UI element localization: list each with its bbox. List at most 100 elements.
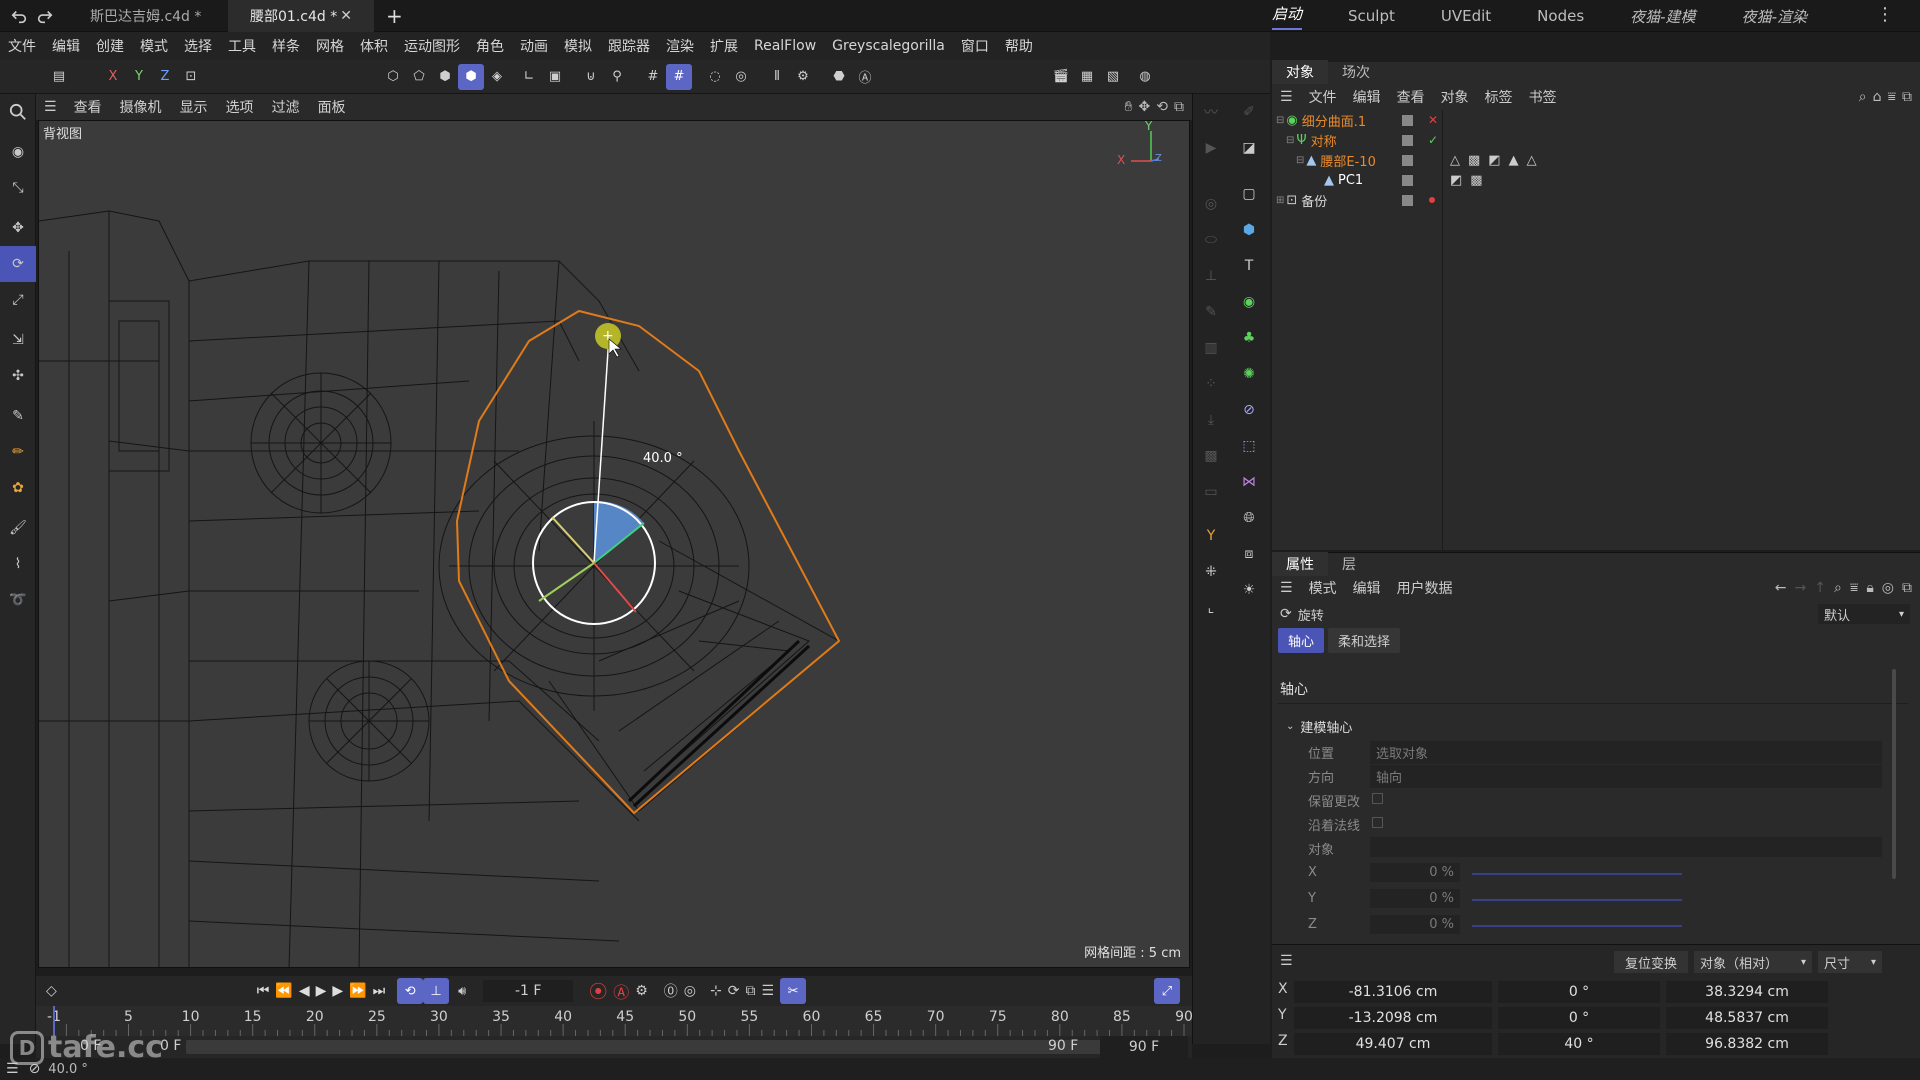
document-tab-active[interactable]: 腰部01.c4d * ✕: [228, 0, 374, 32]
along-normal-checkbox[interactable]: [1372, 817, 1383, 828]
paint-tool-icon[interactable]: ✿: [0, 470, 36, 506]
menu-item[interactable]: 工具: [220, 36, 264, 56]
solo-icon[interactable]: ⬣: [826, 64, 852, 90]
z-percent-field[interactable]: 0 %: [1370, 915, 1460, 934]
field-icon[interactable]: ⬚: [1231, 428, 1267, 464]
viewport-menu-item[interactable]: 查看: [65, 97, 111, 117]
cube-icon[interactable]: ⬢: [1231, 212, 1267, 248]
subtab-axis[interactable]: 轴心: [1278, 627, 1325, 653]
keyframe-settings-icon[interactable]: ⚙: [635, 983, 648, 999]
spline-create-icon[interactable]: 〰: [1193, 94, 1229, 130]
dope-sheet-icon[interactable]: ⧉: [745, 983, 755, 999]
vertex-map-icon[interactable]: ⋈: [1231, 464, 1267, 500]
next-frame-icon[interactable]: ▶: [332, 983, 343, 999]
object-menu-view[interactable]: 查看: [1389, 87, 1433, 107]
range-end-a[interactable]: 90 F: [1048, 1038, 1078, 1054]
joint-icon[interactable]: Y: [1193, 518, 1229, 554]
layout-tab-sculpt[interactable]: Sculpt: [1348, 7, 1395, 25]
wireframe-canvas[interactable]: +: [39, 121, 1190, 968]
play-icon[interactable]: ▶: [316, 983, 327, 999]
uv-mode-icon[interactable]: ◈: [484, 64, 510, 90]
object-name[interactable]: PC1: [1338, 173, 1363, 188]
tab-takes[interactable]: 场次: [1328, 60, 1384, 84]
viewport-menu-item[interactable]: 摄像机: [111, 97, 171, 117]
expand-icon[interactable]: ⊟: [1286, 135, 1294, 146]
transform-tool-icon[interactable]: ⇲: [0, 322, 36, 358]
rotate-tool-icon[interactable]: ⟳: [0, 246, 36, 282]
menu-item[interactable]: 渲染: [658, 36, 702, 56]
keep-changes-checkbox[interactable]: [1372, 793, 1383, 804]
size-mode-select[interactable]: 尺寸 ▾: [1818, 951, 1882, 973]
range-slider[interactable]: [186, 1040, 1120, 1054]
maximize-view-icon[interactable]: ⧉: [1174, 99, 1184, 115]
edge-selection-tag-icon[interactable]: △: [1527, 153, 1537, 168]
timeline-ruler[interactable]: -151015202530354045505560657075808590: [36, 1006, 1192, 1036]
menu-item[interactable]: 文件: [0, 36, 44, 56]
sketch-tool-icon[interactable]: ✏: [0, 434, 36, 470]
rotation-y-field[interactable]: 0 °: [1498, 1007, 1660, 1029]
position-y-field[interactable]: -13.2098 cm: [1294, 1007, 1492, 1029]
lock-axis-icon[interactable]: ⚲: [604, 64, 630, 90]
axis-mode-icon[interactable]: ∟: [516, 64, 542, 90]
workplane-icon[interactable]: ◌: [702, 64, 728, 90]
live-select-icon[interactable]: ⤡: [0, 170, 36, 206]
attribute-menu-icon[interactable]: ☰: [1272, 580, 1301, 596]
auto-keyframe-icon[interactable]: Ⓐ: [852, 64, 878, 90]
new-window-icon[interactable]: ⧉: [1902, 580, 1912, 596]
layout-tab-start[interactable]: 启动: [1272, 3, 1303, 30]
layout-tab-modeling[interactable]: 夜猫-建模: [1630, 6, 1695, 27]
edges-mode-icon[interactable]: ⬠: [406, 64, 432, 90]
viewport-menu-item[interactable]: 显示: [171, 97, 217, 117]
scale-tool-icon[interactable]: ⤢: [0, 282, 36, 318]
spline-pen-icon[interactable]: ✎: [0, 398, 36, 434]
texture-mode-icon[interactable]: ▣: [542, 64, 568, 90]
symmetry-settings-icon[interactable]: ⚙: [790, 64, 816, 90]
preview-range-icon[interactable]: ⊥: [423, 978, 450, 1004]
menu-item[interactable]: 体积: [352, 36, 396, 56]
render-settings-icon[interactable]: ◍: [1132, 64, 1158, 90]
object-name[interactable]: 细分曲面.1: [1302, 111, 1366, 130]
menu-item[interactable]: 跟踪器: [600, 36, 658, 56]
object-row[interactable]: ⊟ ▲ 腰部E-10 △ ▩ ◩ ▲ △: [1272, 150, 1920, 170]
globe-icon[interactable]: 🌐︎: [1231, 500, 1267, 536]
viewport-3d[interactable]: + 背视图 40.0 ° Y X Z 网格间距 : 5 cm: [38, 120, 1190, 968]
reset-transform-button[interactable]: 复位变换: [1614, 951, 1688, 973]
scene-camera-icon[interactable]: ⧈: [1231, 536, 1267, 572]
object-row[interactable]: ⊟ ◉ 细分曲面.1 ✕: [1272, 110, 1920, 130]
prev-key-icon[interactable]: ⏪: [275, 983, 292, 999]
loop-icon[interactable]: ⟲: [397, 978, 424, 1004]
position-z-field[interactable]: 49.407 cm: [1294, 1033, 1492, 1055]
checker-icon[interactable]: ▩: [1193, 438, 1229, 474]
goto-end-icon[interactable]: ⏭: [373, 983, 386, 999]
render-view-icon[interactable]: ▦: [1074, 64, 1100, 90]
tab-objects[interactable]: 对象: [1272, 60, 1328, 84]
down-arrow-icon[interactable]: ⤓: [1193, 402, 1229, 438]
symmetry-icon[interactable]: ⫴: [764, 64, 790, 90]
x-percent-field[interactable]: 0 %: [1370, 863, 1460, 882]
next-key-icon[interactable]: ⏩: [349, 983, 366, 999]
expand-icon[interactable]: ⊟: [1296, 155, 1304, 166]
object-menu-edit[interactable]: 编辑: [1345, 87, 1389, 107]
scatter-icon[interactable]: ⁜: [1193, 554, 1229, 590]
menu-item[interactable]: 模拟: [556, 36, 600, 56]
model-mode-icon[interactable]: ⬢: [458, 63, 484, 90]
search-icon[interactable]: ⌕: [1834, 580, 1842, 596]
graph-icon[interactable]: ⤢: [1154, 978, 1180, 1004]
record-icon[interactable]: ⦿: [589, 978, 607, 1004]
expand-icon[interactable]: ⊟: [1276, 115, 1284, 126]
lasso-icon[interactable]: ➰: [0, 582, 36, 618]
light-icon[interactable]: ◎: [1193, 186, 1229, 222]
prev-frame-icon[interactable]: ◀: [299, 983, 310, 999]
coordinate-system-icon[interactable]: ⊡: [178, 64, 204, 90]
menu-item[interactable]: 模式: [132, 36, 176, 56]
workplane-snap-icon[interactable]: ◎: [728, 64, 754, 90]
points-mode-icon[interactable]: ⬡: [380, 64, 406, 90]
move-tool-icon[interactable]: ✥: [0, 210, 36, 246]
position-x-field[interactable]: -81.3106 cm: [1294, 981, 1492, 1003]
size-y-field[interactable]: 48.5837 cm: [1666, 1007, 1828, 1029]
expand-icon[interactable]: ⊞: [1276, 195, 1284, 206]
uvw-tag-icon[interactable]: ▩: [1468, 153, 1480, 168]
home-icon[interactable]: ⌂: [1873, 89, 1882, 105]
more-options-icon[interactable]: ⋮: [1876, 4, 1894, 25]
motion-mode-icon[interactable]: ✂: [780, 978, 807, 1004]
